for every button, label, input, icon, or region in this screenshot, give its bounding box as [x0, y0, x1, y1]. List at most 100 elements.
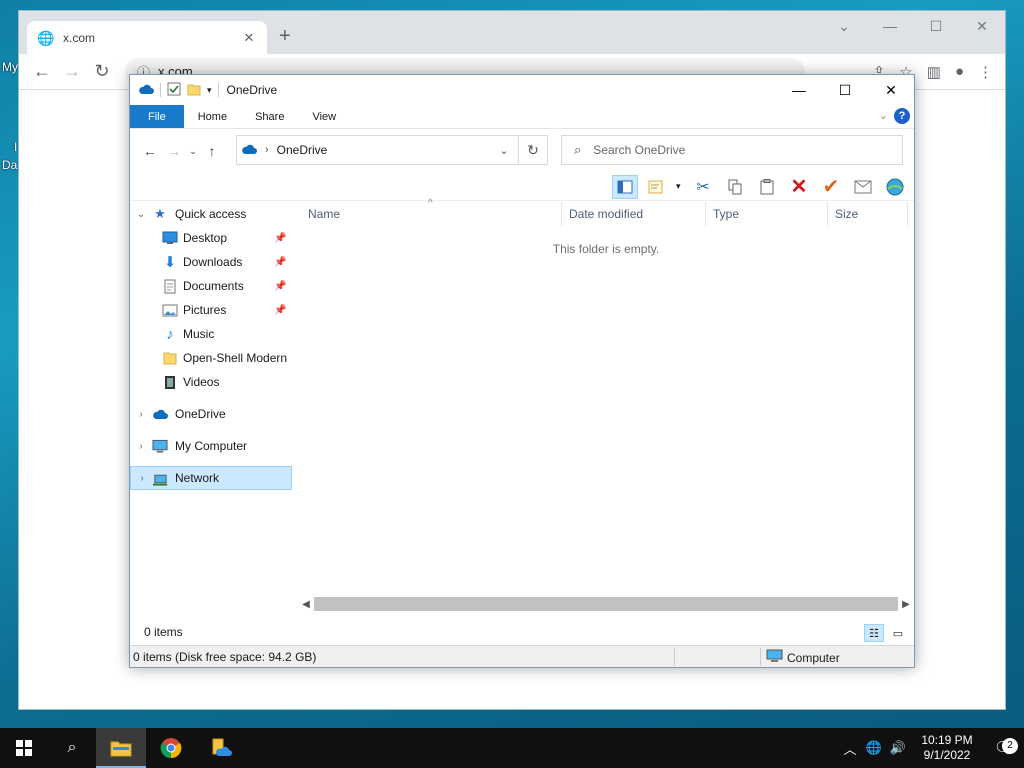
explorer-content: ⌄ ★ Quick access Desktop 📌 ⬇ Downloads 📌: [130, 198, 914, 612]
chrome-window-controls: ⌄ — ☐ ✕: [821, 11, 1005, 41]
zone-label: Computer: [787, 650, 840, 665]
volume-icon[interactable]: 🔊: [886, 740, 910, 756]
properties-check-icon[interactable]: ✔: [818, 175, 844, 199]
action-center-icon[interactable]: 🗨 2: [984, 738, 1024, 758]
nav-quick-access[interactable]: ⌄ ★ Quick access: [130, 202, 292, 226]
reload-button[interactable]: ↻: [87, 61, 117, 82]
tab-home[interactable]: Home: [184, 105, 241, 128]
column-name[interactable]: Name: [302, 202, 562, 226]
show-hidden-icons-icon[interactable]: ︿: [838, 739, 862, 758]
forward-button[interactable]: →: [57, 61, 87, 82]
close-button[interactable]: ✕: [959, 11, 1005, 41]
cut-icon[interactable]: ✂: [690, 175, 716, 199]
address-bar[interactable]: › OneDrive ⌄: [236, 135, 548, 165]
chrome-tab[interactable]: 🌐 x.com ✕: [27, 21, 267, 54]
close-button[interactable]: ✕: [868, 75, 914, 105]
nav-item-pictures[interactable]: Pictures 📌: [130, 298, 292, 322]
onedrive-cloud-icon: [241, 143, 257, 158]
expand-chevron-icon[interactable]: ›: [136, 409, 146, 420]
expand-chevron-icon[interactable]: ›: [136, 441, 146, 452]
nav-item-downloads[interactable]: ⬇ Downloads 📌: [130, 250, 292, 274]
help-icon[interactable]: ?: [894, 108, 910, 124]
taskbar-search-icon[interactable]: ⌕: [48, 728, 96, 768]
maximize-button[interactable]: ☐: [913, 11, 959, 41]
nav-item-music[interactable]: ♪ Music: [130, 322, 292, 346]
refresh-button[interactable]: ↻: [518, 135, 548, 165]
nav-label: OneDrive: [175, 407, 226, 421]
menu-kebab-icon[interactable]: ⋮: [978, 63, 993, 81]
computer-icon: [152, 438, 168, 454]
scroll-left-icon[interactable]: ◀: [298, 599, 314, 610]
file-list-pane: ^ Name Date modified Type Size This fold…: [298, 198, 914, 612]
nav-label: My Computer: [175, 439, 248, 453]
nav-item-videos[interactable]: Videos: [130, 370, 292, 394]
collapse-chevron-icon[interactable]: ⌄: [136, 209, 146, 220]
desktop-label-partial: Da: [2, 158, 18, 172]
item-count: 0 items: [144, 625, 183, 639]
horizontal-scrollbar[interactable]: ◀ ▶: [298, 596, 914, 612]
search-box[interactable]: ⌕: [561, 135, 903, 165]
tab-share[interactable]: Share: [241, 105, 298, 128]
expand-chevron-icon[interactable]: ›: [137, 473, 147, 484]
network-globe-icon[interactable]: 🌐: [862, 740, 886, 756]
scrollbar-thumb[interactable]: [314, 597, 898, 611]
nav-item-desktop[interactable]: Desktop 📌: [130, 226, 292, 250]
forward-button[interactable]: →: [162, 143, 186, 159]
up-button[interactable]: ↑: [200, 143, 224, 159]
network-icon: [152, 470, 168, 486]
view-options-icon[interactable]: [644, 175, 670, 199]
view-dropdown-icon[interactable]: ▾: [676, 181, 684, 192]
clock[interactable]: 10:19 PM 9/1/2022: [910, 733, 984, 763]
music-icon: ♪: [166, 325, 174, 343]
profile-avatar-icon[interactable]: ●: [955, 63, 964, 81]
back-button[interactable]: ←: [138, 143, 162, 159]
video-icon: [162, 374, 178, 390]
pin-icon: 📌: [274, 304, 287, 316]
delete-icon[interactable]: ✕: [786, 175, 812, 199]
expand-ribbon-icon[interactable]: ⌄: [879, 109, 888, 122]
nav-item-documents[interactable]: Documents 📌: [130, 274, 292, 298]
start-button[interactable]: [0, 728, 48, 768]
tab-file[interactable]: File: [130, 105, 184, 128]
email-icon[interactable]: [850, 175, 876, 199]
copy-icon[interactable]: [722, 175, 748, 199]
tab-view[interactable]: View: [298, 105, 350, 128]
nav-onedrive[interactable]: › OneDrive: [130, 402, 292, 426]
shell-globe-icon[interactable]: [882, 175, 908, 199]
paste-icon[interactable]: [754, 175, 780, 199]
maximize-button[interactable]: ☐: [822, 75, 868, 105]
nav-item-open-shell[interactable]: Open-Shell Modern: [130, 346, 292, 370]
column-type[interactable]: Type: [707, 202, 828, 226]
chrome-icon: [160, 738, 182, 759]
minimize-button[interactable]: —: [776, 75, 822, 105]
back-button[interactable]: ←: [27, 61, 57, 82]
scroll-right-icon[interactable]: ▶: [898, 599, 914, 610]
large-icons-view-icon[interactable]: ▭: [888, 624, 908, 642]
minimize-button[interactable]: —: [867, 11, 913, 41]
explorer-titlebar[interactable]: ▾ OneDrive — ☐ ✕: [130, 75, 914, 105]
column-date-modified[interactable]: Date modified: [563, 202, 706, 226]
new-folder-icon[interactable]: [187, 82, 201, 99]
nav-label: Desktop: [183, 231, 228, 245]
pin-icon: 📌: [274, 232, 287, 244]
close-tab-icon[interactable]: ✕: [241, 30, 257, 46]
details-view-icon[interactable]: ☷: [864, 624, 884, 642]
customize-qat-icon[interactable]: ▾: [207, 85, 212, 96]
breadcrumb-chevron-icon[interactable]: ›: [265, 144, 269, 156]
taskbar-file-explorer[interactable]: [96, 728, 146, 768]
search-input[interactable]: [593, 143, 902, 157]
breadcrumb-onedrive[interactable]: OneDrive: [277, 143, 328, 157]
properties-check-icon[interactable]: [167, 82, 181, 99]
column-size[interactable]: Size: [829, 202, 908, 226]
navigation-pane-toggle-icon[interactable]: [612, 174, 638, 199]
nav-network[interactable]: › Network: [130, 466, 292, 490]
side-panel-icon[interactable]: ▥: [927, 63, 941, 81]
address-dropdown-icon[interactable]: ⌄: [491, 144, 517, 157]
taskbar-chrome[interactable]: [146, 728, 196, 768]
recent-locations-icon[interactable]: ⌄: [186, 146, 200, 157]
document-icon: [162, 278, 178, 294]
tab-search-icon[interactable]: ⌄: [821, 11, 867, 41]
new-tab-button[interactable]: +: [279, 25, 291, 48]
taskbar-onedrive-folder[interactable]: [196, 728, 246, 768]
nav-my-computer[interactable]: › My Computer: [130, 434, 292, 458]
